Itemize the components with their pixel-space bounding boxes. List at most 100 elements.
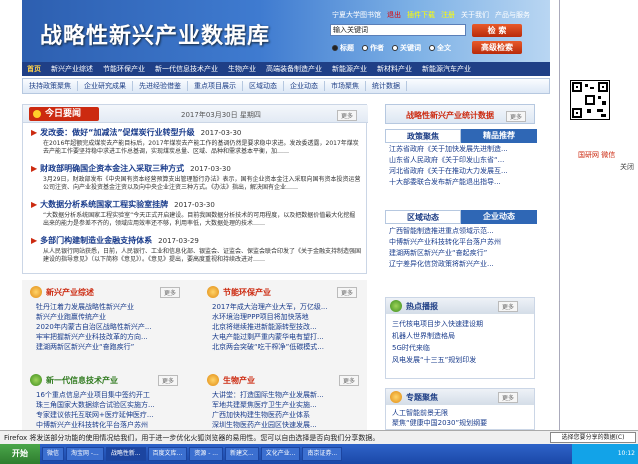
hot-news-header: 热点播报 更多 (386, 298, 534, 314)
category-area: 新兴产业综述 更多 牡丹江着力发展战略性新兴产业 新兴产业跑赢传统产业 2020… (22, 280, 367, 430)
nav-bio[interactable]: 生物产业 (223, 64, 261, 74)
search-button[interactable]: 检 索 (472, 24, 522, 37)
tab-policy[interactable]: 政策聚焦 (385, 129, 461, 143)
category-bio-header: 生物产业 更多 (207, 372, 360, 388)
hot-news-list: 三代核电项目步入快速建设期 机器人世界制造格局 5G时代来临 风电发展“十三五”… (392, 318, 532, 366)
list-item[interactable]: 牢牢把握新兴产业科技改革的方向... (36, 332, 191, 342)
nav-home[interactable]: 首页 (22, 64, 46, 74)
list-item[interactable]: 2017年成大治理产业大军，万亿级... (212, 302, 362, 312)
stats-more[interactable]: 更多 (506, 111, 527, 122)
nav-equipment[interactable]: 高端装备制造产业 (261, 64, 327, 74)
list-item[interactable]: 江苏省政府《关于加快发展先进制造... (389, 144, 537, 155)
arrow-icon: ▶ (31, 128, 38, 137)
list-item[interactable]: 水环境治理PPP项目将加快落地 (212, 312, 362, 322)
category-more[interactable]: 更多 (337, 286, 358, 298)
nav2-projects[interactable]: 重点项目展示 (188, 81, 243, 91)
plugin-download-link[interactable]: 插件下载 (407, 10, 435, 20)
list-item[interactable]: 大讲堂：打造国际生物产业发展新... (212, 390, 362, 400)
stats-header[interactable]: 战略性新兴产业统计数据 更多 (385, 104, 535, 124)
list-item[interactable]: 广西加快构建生物医药产业体系 (212, 410, 362, 420)
choose-data-button[interactable]: 选择您要分享的数据(C) (550, 432, 636, 443)
taskbar-item[interactable]: 新建文... (224, 447, 259, 461)
category-icon (207, 286, 219, 298)
list-item[interactable]: 辽宁差异化信贷政策将新兴产业... (389, 259, 537, 270)
news-item[interactable]: ▶ 大数据分析系统国家工程实验室挂牌 2017-03-30 (31, 199, 215, 210)
taskbar-item[interactable]: 南京证券... (302, 447, 343, 461)
category-more[interactable]: 更多 (160, 286, 181, 298)
radio-keyword[interactable]: 关键词 (392, 43, 421, 53)
list-item[interactable]: 专家建议依托互联网+医疗延伸医疗... (36, 410, 191, 420)
taskbar-item-active[interactable]: 战略性新... (105, 447, 146, 461)
radio-author[interactable]: 作者 (362, 43, 384, 53)
list-item[interactable]: 建湖两新区新兴产业“奋跑疾行” (36, 342, 191, 352)
taskbar-item[interactable]: 资源 - ... (189, 447, 223, 461)
category-more[interactable]: 更多 (158, 374, 179, 386)
list-item[interactable]: 深圳生物医药产业园区快速发展... (212, 420, 362, 430)
list-item[interactable]: 人工智能前景无限 (392, 408, 532, 418)
nav-materials[interactable]: 新材料产业 (372, 64, 417, 74)
tab-region[interactable]: 区域动态 (385, 210, 461, 224)
nav-it[interactable]: 新一代信息技术产业 (150, 64, 223, 74)
taskbar-item[interactable]: 微信 (42, 447, 65, 461)
radio-fulltext[interactable]: 全文 (429, 43, 451, 53)
site-title: 战略性新兴产业数据库 (40, 24, 271, 49)
list-item[interactable]: 2020年内蒙古自治区战略性新兴产... (36, 322, 191, 332)
list-item[interactable]: 机器人世界制造格局 (392, 330, 532, 342)
list-item[interactable]: 聚焦“健康中国2030”规划纲要 (392, 418, 532, 428)
topic-more[interactable]: 更多 (498, 391, 519, 403)
hot-more[interactable]: 更多 (498, 300, 519, 312)
list-item[interactable]: 珠三角国家大数据综合试验区实施方... (36, 400, 191, 410)
list-item[interactable]: 新兴产业跑赢传统产业 (36, 312, 191, 322)
products-link[interactable]: 产品与服务 (495, 10, 530, 20)
list-item[interactable]: 牡丹江着力发展战略性新兴产业 (36, 302, 191, 312)
news-item[interactable]: ▶ 财政部明确国企资本金注入采取三种方式 2017-03-30 (31, 163, 231, 174)
about-link[interactable]: 关于我们 (461, 10, 489, 20)
qr-close-link[interactable]: 关闭 (620, 162, 634, 172)
logout-link[interactable]: 退出 (387, 10, 401, 20)
list-item[interactable]: 16个重点信息产业项目集中签约开工 (36, 390, 191, 400)
list-item[interactable]: 北京两会突破“吃干榨净”低碳模式... (212, 342, 362, 352)
tab-enterprise[interactable]: 企业动态 (461, 210, 537, 224)
register-link[interactable]: 注册 (441, 10, 455, 20)
list-item[interactable]: 中博新兴产业科技转化平台落户苏州 (389, 237, 537, 248)
list-item[interactable]: 山东省人民政府《关于印发山东省“... (389, 155, 537, 166)
nav2-stats[interactable]: 统计数据 (366, 81, 407, 91)
list-item[interactable]: 风电发展“十三五”规划印发 (392, 354, 532, 366)
news-item[interactable]: ▶ 发改委：做好“加减法”促煤炭行业转型升级 2017-03-30 (31, 127, 241, 138)
nav-new-energy[interactable]: 新能源产业 (327, 64, 372, 74)
nav-ev[interactable]: 新能源汽车产业 (417, 64, 476, 74)
list-item[interactable]: 三代核电项目步入快速建设期 (392, 318, 532, 330)
nav2-region[interactable]: 区域动态 (243, 81, 284, 91)
primary-nav: 首页 新兴产业综述 节能环保产业 新一代信息技术产业 生物产业 高端装备制造产业… (22, 62, 550, 76)
list-item[interactable]: 大电产能过剩严重内蒙华电有望打... (212, 332, 362, 342)
nav2-research[interactable]: 企业研究成果 (78, 81, 133, 91)
taskbar-item[interactable]: 文化产业... (260, 447, 301, 461)
list-item[interactable]: 北京将继续推进新能源转型技改... (212, 322, 362, 332)
windows-taskbar: 开始 微信 淘宝网 -... 战略性新... 百度文库... 资源 - ... … (0, 444, 638, 464)
list-item[interactable]: 十大部委联合发布新产能退出指导... (389, 177, 537, 188)
nav-energy-saving[interactable]: 节能环保产业 (98, 64, 150, 74)
radio-title[interactable]: 标题 (332, 43, 354, 53)
search-input[interactable]: 输入关键词 (330, 24, 466, 36)
nav-overview[interactable]: 新兴产业综述 (46, 64, 98, 74)
list-item[interactable]: 建湖两新区新兴产业“奋起疾行” (389, 248, 537, 259)
secondary-nav: 扶持政策聚焦 企业研究成果 先进经验借鉴 重点项目展示 区域动态 企业动态 市场… (22, 78, 550, 94)
nav2-enterprise[interactable]: 企业动态 (284, 81, 325, 91)
news-item[interactable]: ▶ 多部门构建制造业金融支持体系 2017-03-29 (31, 235, 199, 246)
start-button[interactable]: 开始 (0, 444, 40, 464)
list-item[interactable]: 5G时代来临 (392, 342, 532, 354)
taskbar-item[interactable]: 百度文库... (147, 447, 188, 461)
today-news-more[interactable]: 更多 (337, 110, 358, 121)
list-item[interactable]: 中博新兴产业科技转化平台落户苏州 (36, 420, 191, 430)
nav2-policy[interactable]: 扶持政策聚焦 (23, 81, 78, 91)
nav2-experience[interactable]: 先进经验借鉴 (133, 81, 188, 91)
library-link[interactable]: 宁夏大学图书馆 (332, 10, 381, 20)
nav2-market[interactable]: 市场聚焦 (325, 81, 366, 91)
taskbar-item[interactable]: 淘宝网 -... (66, 447, 104, 461)
tab-recommend[interactable]: 精品推荐 (461, 129, 537, 143)
list-item[interactable]: 广西智能制造推进重点领域示范... (389, 226, 537, 237)
list-item[interactable]: 河北省政府《关于在推动大力发展互... (389, 166, 537, 177)
advanced-search-button[interactable]: 高级检索 (472, 41, 522, 54)
category-more[interactable]: 更多 (339, 374, 360, 386)
list-item[interactable]: 军地共建聚焦医疗卫生产业实施... (212, 400, 362, 410)
